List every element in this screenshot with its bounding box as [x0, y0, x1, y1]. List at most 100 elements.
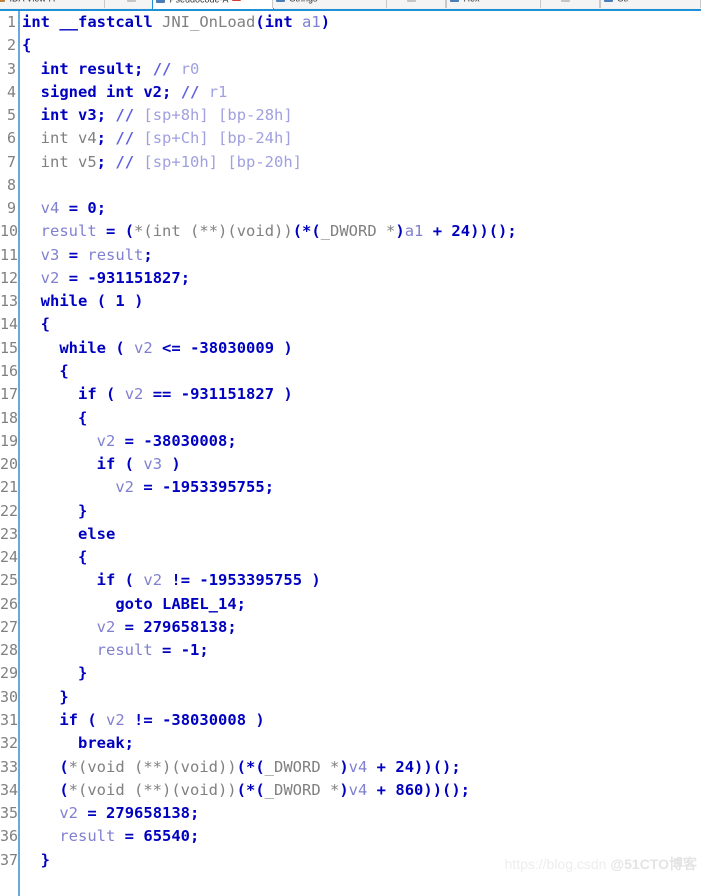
code-area[interactable]: int __fastcall JNI_OnLoad(int a1) { int …	[22, 11, 701, 896]
token-var[interactable]: v2	[97, 618, 116, 636]
token-punct: ;	[199, 641, 209, 660]
line-number: 10	[0, 222, 19, 241]
token-type: int	[40, 106, 69, 125]
token-var[interactable]: v4	[41, 199, 60, 217]
token-var[interactable]: result	[97, 641, 153, 659]
code-line[interactable]: while ( 1 )	[22, 290, 701, 313]
code-line[interactable]: v3 = result;	[22, 244, 701, 267]
code-line[interactable]: }	[22, 500, 701, 523]
code-line[interactable]: int v3; // [sp+8h] [bp-28h]	[22, 104, 701, 127]
code-line[interactable]: int v4; // [sp+Ch] [bp-24h]	[22, 127, 701, 150]
code-line[interactable]: (*(void (**)(void))(*(_DWORD *)v4 + 860)…	[22, 779, 701, 802]
code-line[interactable]	[22, 174, 701, 197]
code-line[interactable]: v2 = -38030008;	[22, 430, 701, 453]
code-line[interactable]: }	[22, 662, 701, 685]
line-number: 32	[0, 734, 19, 753]
tab-ida-view-a[interactable]: IDA View-A	[0, 0, 112, 8]
token-var[interactable]: v2	[143, 571, 162, 589]
token-var[interactable]: v2	[134, 339, 153, 357]
code-line[interactable]: (*(void (**)(void))(*(_DWORD *)v4 + 24))…	[22, 756, 701, 779]
code-line[interactable]: v2 = -1953395755;	[22, 476, 701, 499]
token-type: signed int	[40, 82, 134, 101]
token-var[interactable]: v3	[41, 246, 60, 264]
token-var-decl[interactable]: v4	[78, 129, 97, 147]
code-line[interactable]: {	[22, 407, 701, 430]
code-line[interactable]: result = -1;	[22, 639, 701, 662]
code-line[interactable]: if ( v2 == -931151827 )	[22, 383, 701, 406]
token-var[interactable]: v2	[41, 269, 60, 287]
code-line[interactable]: v2 = -931151827;	[22, 267, 701, 290]
token-var[interactable]: v4	[349, 781, 368, 799]
token-var[interactable]: v2	[125, 385, 144, 403]
token-function-name[interactable]: JNI_OnLoad	[162, 13, 255, 31]
token-var-decl[interactable]: v3	[78, 106, 97, 124]
close-icon[interactable]	[127, 0, 136, 3]
token-arg[interactable]: a1	[405, 222, 424, 240]
token-var[interactable]: result	[59, 827, 115, 845]
token-plain: int	[22, 152, 78, 171]
close-icon[interactable]	[561, 0, 570, 3]
token-punct: ;	[227, 617, 237, 636]
tab-structures[interactable]: Str	[600, 0, 701, 8]
token-punct: ;	[143, 245, 153, 264]
tab-close-3[interactable]	[386, 0, 446, 8]
token-var[interactable]: v4	[349, 758, 368, 776]
pseudocode-editor[interactable]: 1 2 3 4 5 6 7 8 9 10 11 12 13 14 15 16 1…	[0, 11, 701, 896]
code-line[interactable]: v4 = 0;	[22, 197, 701, 220]
code-line[interactable]: if ( v2 != -38030008 )	[22, 709, 701, 732]
token-var[interactable]: result	[41, 222, 97, 240]
token-label[interactable]: LABEL_14	[162, 595, 237, 613]
close-icon[interactable]	[232, 0, 241, 2]
token-var[interactable]: v2	[115, 478, 134, 496]
token-arg[interactable]: a1	[302, 13, 321, 31]
code-line[interactable]: result = 65540;	[22, 825, 701, 848]
code-line[interactable]: }	[22, 686, 701, 709]
token-comment-marker: //	[115, 152, 135, 171]
code-line[interactable]: {	[22, 546, 701, 569]
token-var[interactable]: v2	[97, 432, 116, 450]
code-line[interactable]: while ( v2 <= -38030009 )	[22, 337, 701, 360]
token-operator: !=	[134, 710, 153, 729]
token-punct: (	[124, 222, 135, 241]
code-line[interactable]: signed int v2; // r1	[22, 81, 701, 104]
line-number: 15	[0, 338, 19, 357]
token-var-decl[interactable]: result	[78, 60, 134, 78]
tab-close-4[interactable]	[540, 0, 600, 8]
code-line[interactable]: goto LABEL_14;	[22, 593, 701, 616]
close-icon[interactable]	[407, 0, 416, 3]
token-var[interactable]: v3	[143, 455, 162, 473]
code-line[interactable]: int v5; // [sp+10h] [bp-20h]	[22, 151, 701, 174]
code-line[interactable]: int result; // r0	[22, 58, 701, 81]
code-line[interactable]: int __fastcall JNI_OnLoad(int a1)	[22, 11, 701, 34]
code-line[interactable]: }	[22, 849, 701, 872]
code-line[interactable]: break;	[22, 732, 701, 755]
token-var-decl[interactable]: v5	[78, 153, 97, 171]
code-line[interactable]: v2 = 279658138;	[22, 616, 701, 639]
code-line[interactable]: {	[22, 360, 701, 383]
code-line[interactable]: {	[22, 313, 701, 336]
token-var[interactable]: v2	[106, 711, 125, 729]
line-number: 12	[0, 268, 19, 287]
code-line[interactable]: else	[22, 523, 701, 546]
tab-close-2[interactable]	[214, 0, 274, 8]
code-line[interactable]: result = (*(int (**)(void))(*(_DWORD *)a…	[22, 220, 701, 243]
code-line[interactable]: {	[22, 34, 701, 57]
code-line[interactable]: if ( v3 )	[22, 453, 701, 476]
token-var[interactable]: result	[87, 246, 143, 264]
code-line[interactable]: if ( v2 != -1953395755 )	[22, 569, 701, 592]
token-var-decl[interactable]: v2	[143, 83, 162, 101]
code-line[interactable]: v2 = 279658138;	[22, 802, 701, 825]
token-var[interactable]: v2	[59, 804, 78, 822]
